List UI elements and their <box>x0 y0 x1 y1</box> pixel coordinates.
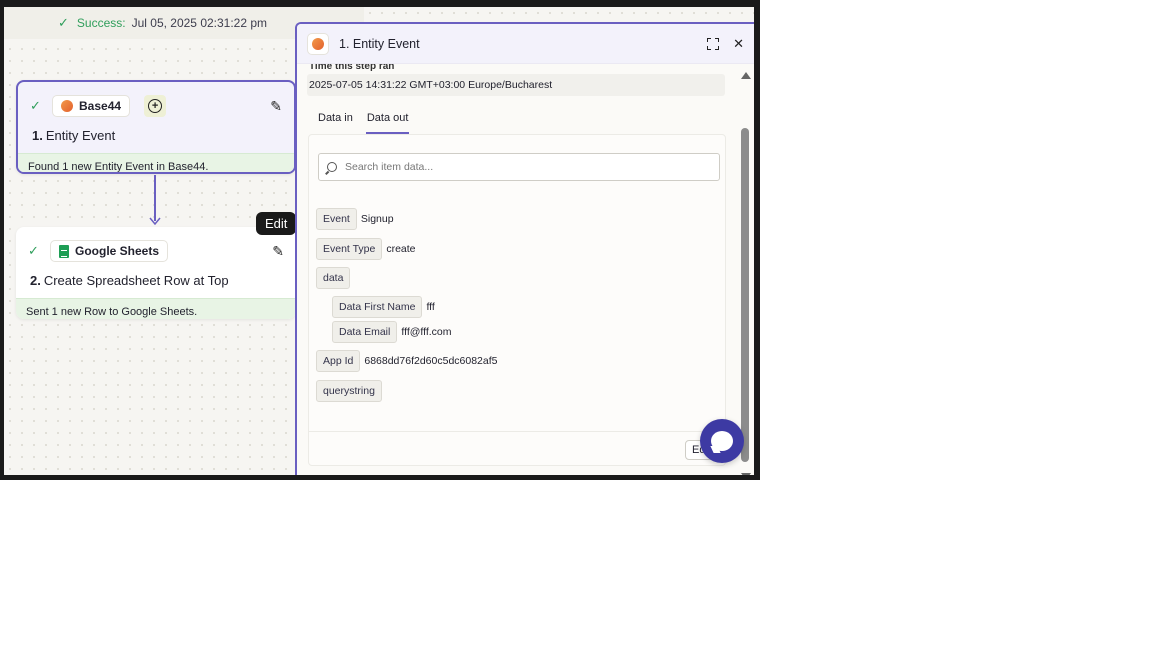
add-step-button[interactable]: + <box>144 95 167 117</box>
field-key[interactable]: querystring <box>316 380 382 402</box>
field-row: Event Signup <box>316 208 394 230</box>
data-out-content: Event Signup Event Type create data Data… <box>308 134 727 466</box>
panel-scrollbar[interactable] <box>740 72 751 475</box>
step-title-text: Create Spreadsheet Row at Top <box>43 273 229 288</box>
field-row: Event Type create <box>316 238 416 260</box>
scroll-down-arrow-icon[interactable] <box>741 473 751 475</box>
step-card-header: ✓ Google Sheets ✎ <box>16 227 296 267</box>
app-name: Base44 <box>79 99 122 113</box>
field-key[interactable]: data <box>316 267 351 289</box>
panel-header: 1. Entity Event ✕ <box>297 24 754 64</box>
field-key[interactable]: Data Email <box>332 321 398 343</box>
time-ran-value: 2025-07-05 14:31:22 GMT+03:00 Europe/Buc… <box>307 74 725 96</box>
field-row: App Id 6868dd76f2d60c5dc6082af5 <box>316 350 498 372</box>
field-row: Data Email fff@fff.com <box>332 321 452 343</box>
data-tabs: Data in Data out <box>317 110 410 134</box>
step-number: 1. <box>32 128 43 143</box>
step-connector-line <box>154 175 156 221</box>
tab-data-in[interactable]: Data in <box>317 110 354 134</box>
step-title: 1. Entity Event <box>18 122 294 153</box>
field-value: 6868dd76f2d60c5dc6082af5 <box>364 355 498 367</box>
step-number: 2. <box>30 273 41 288</box>
panel-app-logo <box>307 32 329 55</box>
step-result: Sent 1 new Row to Google Sheets. <box>16 298 296 319</box>
field-row: querystring <box>316 380 382 402</box>
panel-title: 1. Entity Event <box>339 36 420 51</box>
step-success-check-icon: ✓ <box>28 243 39 258</box>
field-key[interactable]: Data First Name <box>332 296 423 318</box>
search-input[interactable] <box>345 161 685 173</box>
expand-icon[interactable] <box>707 37 720 50</box>
base44-logo-icon <box>61 100 73 112</box>
field-value: fff <box>426 301 435 313</box>
edit-tooltip: Edit <box>256 212 297 235</box>
field-row: data <box>316 267 351 289</box>
step-card-2[interactable]: ✓ Google Sheets ✎ 2. Create Spreadsheet R… <box>16 227 296 319</box>
search-icon <box>327 162 337 172</box>
status-timestamp: Jul 05, 2025 02:31:22 pm <box>131 16 268 30</box>
step-card-1[interactable]: ✓ Base44 + ✎ 1. Entity Event Found 1 new … <box>16 80 296 174</box>
connector-arrow-icon <box>149 217 161 225</box>
chat-support-button[interactable] <box>700 419 744 463</box>
step-result: Found 1 new Entity Event in Base44. <box>18 153 294 172</box>
step-title: 2. Create Spreadsheet Row at Top <box>16 267 296 298</box>
step-success-check-icon: ✓ <box>30 98 41 113</box>
divider <box>309 431 727 432</box>
field-value: Signup <box>360 213 394 225</box>
edit-pencil-icon[interactable]: ✎ <box>270 98 282 115</box>
close-icon[interactable]: ✕ <box>733 36 744 52</box>
step-title-text: Entity Event <box>45 128 116 143</box>
scrollbar-thumb[interactable] <box>741 128 749 462</box>
status-label: Success: <box>76 16 126 30</box>
field-row: Data First Name fff <box>332 296 435 318</box>
edit-pencil-icon[interactable]: ✎ <box>272 243 284 260</box>
app-chip-google-sheets: Google Sheets <box>50 240 169 262</box>
screen-capture: ✓ Success: Jul 05, 2025 02:31:22 pm ✓ Ba… <box>0 0 760 480</box>
chat-bubble-icon <box>711 431 733 451</box>
app-chip-base44: Base44 <box>52 95 131 117</box>
field-key[interactable]: App Id <box>316 350 361 372</box>
time-ran-label: Time this step ran <box>309 64 395 72</box>
success-check-icon: ✓ <box>58 15 69 30</box>
panel-header-actions: ✕ <box>707 36 744 52</box>
step-details-panel: 1. Entity Event ✕ Time this step ran 202… <box>295 22 754 475</box>
app-name: Google Sheets <box>75 244 160 258</box>
scroll-up-arrow-icon[interactable] <box>741 72 751 79</box>
workflow-canvas[interactable]: ✓ Success: Jul 05, 2025 02:31:22 pm ✓ Ba… <box>4 7 754 475</box>
field-key[interactable]: Event <box>316 208 357 230</box>
field-key[interactable]: Event Type <box>316 238 383 260</box>
plus-circle-icon: + <box>148 99 163 113</box>
google-sheets-logo-icon <box>59 244 69 258</box>
search-box[interactable] <box>318 153 720 181</box>
field-value: fff@fff.com <box>401 326 452 338</box>
field-value: create <box>386 243 416 255</box>
base44-logo-icon <box>312 37 324 50</box>
tab-data-out[interactable]: Data out <box>365 110 410 134</box>
step-card-header: ✓ Base44 + ✎ <box>18 82 294 122</box>
